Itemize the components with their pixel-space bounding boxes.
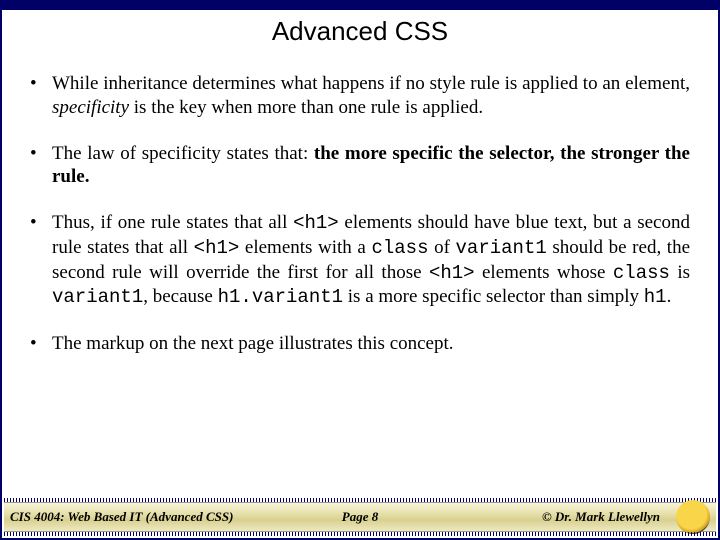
b3-c9: h1: [644, 286, 667, 308]
bullet-1-ital: specificity: [52, 97, 129, 118]
slide: Advanced CSS • While inheritance determi…: [0, 0, 720, 540]
slide-title: Advanced CSS: [2, 16, 718, 47]
b3-c7: variant1: [52, 286, 143, 308]
b3-c2: <h1>: [194, 237, 240, 259]
bullet-dot: •: [30, 332, 52, 356]
bullet-4-text: The markup on the next page illustrates …: [52, 332, 690, 356]
b3-c8: h1.variant1: [218, 286, 343, 308]
bullet-dot: •: [30, 142, 52, 190]
b3-t7: is: [670, 262, 690, 283]
bullet-1-text: While inheritance determines what happen…: [52, 72, 690, 120]
footer-text: CIS 4004: Web Based IT (Advanced CSS) Pa…: [4, 503, 716, 531]
bullet-2-text: The law of specificity states that: the …: [52, 142, 690, 190]
b3-t6: elements whose: [475, 262, 613, 283]
bullet-2: • The law of specificity states that: th…: [30, 142, 690, 190]
bullet-3-text: Thus, if one rule states that all <h1> e…: [52, 211, 690, 310]
b3-t10: .: [667, 286, 672, 307]
b3-t3: elements with a: [239, 237, 371, 258]
bullet-1-post: is the key when more than one rule is ap…: [129, 97, 483, 118]
bullet-dot: •: [30, 72, 52, 120]
bullet-dot: •: [30, 211, 52, 310]
bullet-1: • While inheritance determines what happ…: [30, 72, 690, 120]
b3-c6: class: [613, 262, 670, 284]
slide-content: • While inheritance determines what happ…: [30, 72, 690, 478]
b3-c1: <h1>: [293, 212, 339, 234]
b3-t9: is a more specific selector than simply: [343, 286, 644, 307]
b3-c5: <h1>: [429, 262, 475, 284]
b3-c3: class: [371, 237, 428, 259]
bullet-1-pre: While inheritance determines what happen…: [52, 73, 690, 94]
ucf-logo-icon: [676, 500, 710, 534]
top-border: [2, 2, 718, 10]
footer-right: © Dr. Mark Llewellyn: [542, 509, 660, 525]
slide-footer: CIS 4004: Web Based IT (Advanced CSS) Pa…: [4, 498, 716, 536]
bullet-3: • Thus, if one rule states that all <h1>…: [30, 211, 690, 310]
b3-t4: of: [428, 237, 455, 258]
footer-border-bottom: [4, 532, 716, 536]
footer-bar: CIS 4004: Web Based IT (Advanced CSS) Pa…: [4, 502, 716, 532]
bullet-2-pre: The law of specificity states that:: [52, 143, 314, 164]
b3-t8: , because: [143, 286, 217, 307]
b3-t1: Thus, if one rule states that all: [52, 212, 293, 233]
b3-c4: variant1: [456, 237, 547, 259]
bullet-4: • The markup on the next page illustrate…: [30, 332, 690, 356]
